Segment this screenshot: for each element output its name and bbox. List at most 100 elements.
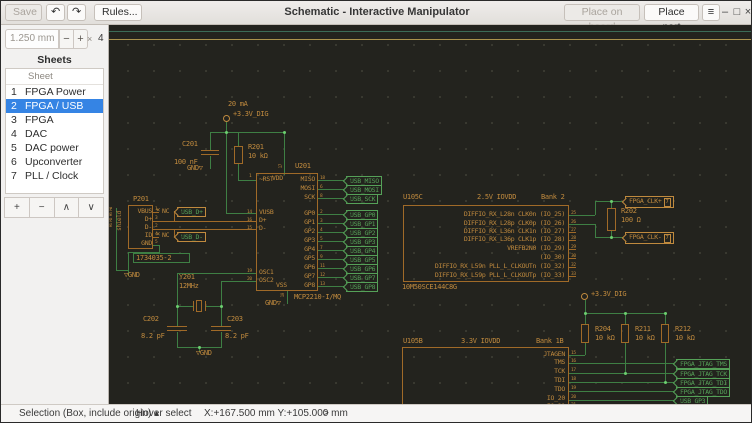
grid-spacing-input[interactable]: 1.250 mm <box>5 29 59 49</box>
schematic-wire <box>193 301 194 311</box>
place-on-board-button[interactable]: Place on board <box>564 4 640 21</box>
schematic-wire <box>210 132 285 133</box>
schematic-text: JTAGEN <box>543 351 565 358</box>
schematic-wire <box>585 343 586 355</box>
net-label-tag: USB_D+ <box>177 207 206 217</box>
rules-button[interactable]: Rules... <box>94 4 142 21</box>
schematic-text: 3 <box>320 218 322 225</box>
schematic-text: 2 <box>155 223 157 230</box>
schematic-wire <box>569 391 674 392</box>
schematic-text: GP7 <box>304 273 315 280</box>
schematic-wire <box>238 180 256 181</box>
junction-dot <box>624 312 627 315</box>
schematic-text: 15 <box>571 350 576 357</box>
schematic-text: OSC1 <box>259 269 273 276</box>
sheet-row-fpga-usb[interactable]: 2FPGA / USB <box>6 99 103 113</box>
schematic-text: 18 <box>571 376 576 383</box>
schematic-text: 17 <box>571 367 576 374</box>
schematic-text: 1734035-2 <box>136 255 171 262</box>
schematic-wire <box>205 306 221 307</box>
schematic-wire <box>665 313 666 324</box>
sheets-title: Sheets <box>1 54 108 66</box>
power-symbol-icon <box>223 115 230 122</box>
net-label-tag: FPGA_CLK-7 <box>625 232 674 244</box>
schematic-text: 14 <box>247 209 252 216</box>
schematic-text: 8.2 pF <box>141 333 165 340</box>
schematic-text: Bank 1B <box>536 338 563 345</box>
grid-mult-value: 4 <box>98 33 104 44</box>
undo-button[interactable]: ↶ <box>46 4 65 21</box>
schematic-text: 12MHz <box>179 283 199 290</box>
junction-dot <box>624 372 627 375</box>
junction-dot <box>225 131 228 134</box>
schematic-wire <box>595 201 596 215</box>
sheet-list-toolbar: +−∧∨ <box>5 197 104 218</box>
schematic-text: Bank 2 <box>541 194 565 201</box>
sheet-reference: 7 <box>664 234 671 243</box>
schematic-wire <box>284 132 285 175</box>
close-icon[interactable]: × <box>740 4 752 21</box>
schematic-wire <box>167 326 187 327</box>
junction-dot <box>664 312 667 315</box>
schematic-text: OSC2 <box>259 277 273 284</box>
sheet-row-upconverter[interactable]: 6Upconverter <box>6 155 103 169</box>
schematic-text: 10 kΩ <box>595 335 615 342</box>
schematic-text: GP2 <box>304 228 315 235</box>
schematic-text: R211 <box>635 326 651 333</box>
schematic-text: 9 <box>320 254 322 261</box>
schematic-wire <box>177 273 178 306</box>
schematic-text: 8 <box>320 193 322 200</box>
schematic-wire <box>177 306 178 326</box>
schematic-text: 4 <box>320 227 322 234</box>
sheet-row-fpga-power[interactable]: 1FPGA Power <box>6 85 103 99</box>
add-sheet-button[interactable]: + <box>4 197 30 218</box>
grid-plus-button[interactable]: + <box>73 29 88 49</box>
schematic-text: GND▽ <box>187 165 203 172</box>
schematic-text: ▽GND <box>124 272 140 279</box>
schematic-wire <box>238 132 239 146</box>
schematic-text: 3 <box>155 215 157 222</box>
schematic-text: 27 <box>571 227 576 234</box>
place-part-button[interactable]: Place part <box>644 4 699 21</box>
header-bar: Save ↶ ↷ Rules... Schematic - Interactiv… <box>1 1 752 25</box>
schematic-canvas[interactable]: 20 mA+3.3V_DIGC201100 nFGND▽R20110 kΩ1U2… <box>109 25 752 406</box>
sheets-sidebar: 1.250 mm − + × 4 Sheets Sheet 1FPGA Powe… <box>1 25 109 404</box>
net-label-tag: FPGA_CLK+7 <box>625 196 674 208</box>
expander-icon[interactable]: > <box>323 408 329 419</box>
schematic-text: 12 <box>320 272 325 279</box>
save-button[interactable]: Save <box>5 4 42 21</box>
redo-button[interactable]: ↷ <box>67 4 86 21</box>
sheet-row-dac-power[interactable]: 5DAC power <box>6 141 103 155</box>
schematic-text: 10 <box>280 293 285 297</box>
schematic-wire <box>211 330 231 331</box>
sheet-row-fpga[interactable]: 3FPGA <box>6 113 103 127</box>
sheet-column-header: Sheet <box>6 69 103 85</box>
sheet-row-pll-clock[interactable]: 7PLL / Clock <box>6 169 103 183</box>
schematic-wire <box>569 373 674 374</box>
schematic-text: DIFFIO_RX_L28n CLK0n (IO_25) <box>464 211 565 218</box>
schematic-text: 17 <box>278 164 283 168</box>
junction-dot <box>283 131 286 134</box>
schematic-wire <box>153 221 256 222</box>
move-sheet-up-button[interactable]: ∧ <box>54 197 80 218</box>
schematic-wire <box>221 306 222 326</box>
sheet-number: 2 <box>6 99 25 113</box>
schematic-text: D+ <box>145 216 152 223</box>
remove-sheet-button[interactable]: − <box>29 197 55 218</box>
schematic-text: 2.5V IOVDD <box>477 194 516 201</box>
schematic-text: shield <box>117 211 122 231</box>
move-sheet-down-button[interactable]: ∨ <box>78 197 104 218</box>
schematic-wire <box>201 150 219 151</box>
sheet-row-dac[interactable]: 4DAC <box>6 127 103 141</box>
schematic-text: 11 <box>320 263 325 270</box>
schematic-text: 15 <box>247 225 252 232</box>
schematic-text: 7 <box>320 245 322 252</box>
schematic-text: 16 <box>247 217 252 224</box>
status-bar: Selection (Box, include origin) ▴ Hover … <box>1 404 752 422</box>
schematic-text: 30 <box>571 253 576 260</box>
schematic-text: R201 <box>248 144 264 151</box>
schematic-wire <box>205 301 206 311</box>
grid-minus-button[interactable]: − <box>59 29 74 49</box>
schematic-wire <box>210 132 211 150</box>
schematic-wire <box>201 154 219 155</box>
